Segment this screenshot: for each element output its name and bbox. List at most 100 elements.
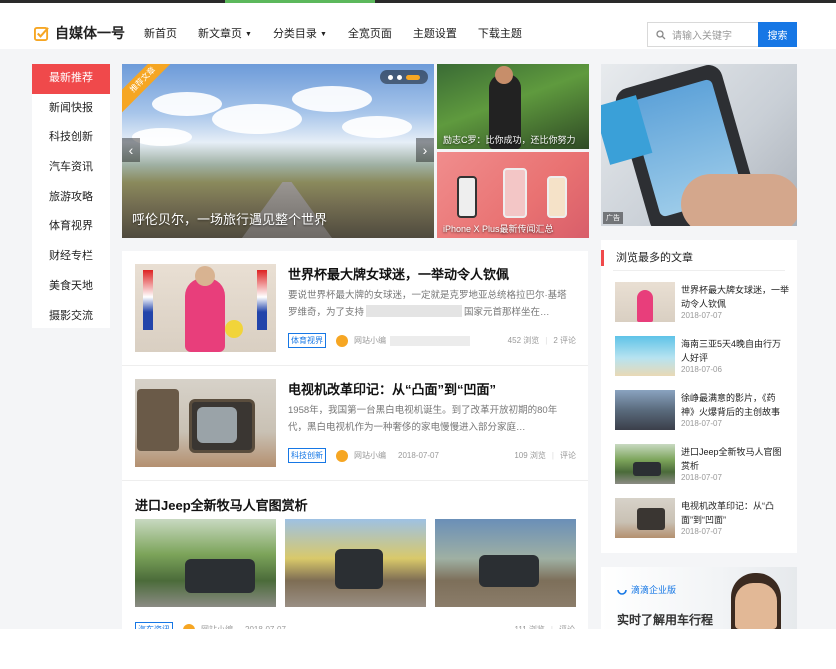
chevron-down-icon: ▼	[319, 31, 327, 38]
popular-thumbnail[interactable]	[615, 336, 675, 376]
article-meta: 体育视界 网站小编 452 浏览 | 2 评论	[288, 333, 576, 348]
slider-dots[interactable]	[380, 70, 428, 84]
page-bottom	[0, 629, 836, 669]
hero-slider[interactable]: 推荐文章 ‹ › 呼伦贝尔，一场旅行遇见整个世界	[122, 64, 434, 238]
person-shape	[637, 290, 653, 322]
popular-title[interactable]: 进口Jeep全新牧马人官图赏析	[681, 445, 789, 473]
nav-theme-settings[interactable]: 主题设置	[413, 25, 457, 41]
article-title[interactable]: 世界杯最大牌女球迷，一举动令人钦佩	[288, 264, 509, 283]
list-item[interactable]: 世界杯最大牌女球迷，一举动令人钦佩 2018-07-07	[615, 282, 789, 327]
cloud-shape	[152, 92, 222, 116]
nav-home-label: 新首页	[144, 28, 177, 40]
slider-dot[interactable]	[388, 74, 393, 80]
nav-fullwidth-label: 全宽页面	[347, 28, 392, 40]
author-avatar	[336, 334, 348, 347]
popular-title[interactable]: 徐峥最满意的影片，《药神》火爆背后的主创故事	[681, 391, 789, 419]
popular-date: 2018-07-07	[681, 311, 722, 320]
flag-shape	[257, 270, 267, 330]
list-item[interactable]: 徐峥最满意的影片，《药神》火爆背后的主创故事 2018-07-07	[615, 390, 787, 435]
gallery-image[interactable]	[135, 519, 276, 607]
popular-thumbnail[interactable]	[615, 498, 675, 538]
popular-heading: 浏览最多的文章	[601, 250, 797, 266]
person-head	[195, 266, 215, 286]
gallery-image[interactable]	[285, 519, 426, 607]
list-item[interactable]: 海南三亚5天4晚自由行万人好评 2018-07-06	[615, 336, 787, 381]
nav-article[interactable]: 新文章页 ▼	[198, 25, 252, 41]
sidebar-item-photo[interactable]: 摄影交流	[32, 302, 110, 332]
nav-theme-settings-label: 主题设置	[412, 28, 457, 40]
blurred-date	[390, 335, 470, 346]
popular-date: 2018-07-07	[681, 419, 722, 428]
gallery-title[interactable]: 进口Jeep全新牧马人官图赏析	[135, 495, 308, 514]
slider-prev-button[interactable]: ‹	[122, 138, 140, 162]
search-button[interactable]: 搜索	[758, 22, 797, 47]
comment-count[interactable]: 评论	[560, 450, 576, 461]
divider	[613, 270, 785, 271]
view-count: 109 浏览	[514, 451, 546, 460]
slider-next-button[interactable]: ›	[416, 138, 434, 162]
article-thumbnail[interactable]	[135, 264, 276, 352]
list-item[interactable]: 进口Jeep全新牧马人官图赏析 2018-07-07	[615, 444, 787, 489]
article-thumbnail[interactable]	[135, 379, 276, 467]
jeep-shape	[335, 549, 383, 589]
person-face	[735, 583, 777, 629]
sidebar-item-travel[interactable]: 旅游攻略	[32, 183, 110, 213]
tile-caption: 励志C罗：比你成功，还比你努力	[443, 135, 576, 145]
category-sidebar: 最新推荐 新闻快报 科技创新 汽车资讯 旅游攻略 体育视界 财经专栏 美食天地 …	[32, 64, 110, 328]
header: 自媒体一号 新首页 新文章页 ▼ 分类目录 ▼ 全宽页面 主题设置 下载主题 请输入…	[0, 3, 836, 49]
search-placeholder: 请输入关键字	[672, 31, 732, 42]
list-item[interactable]: 世界杯最大牌女球迷，一举动令人钦佩 要说世界杯最大牌的女球迷，一定就是克罗地亚总…	[122, 251, 588, 366]
view-count: 452 浏览	[507, 336, 540, 345]
gallery-image[interactable]	[435, 519, 576, 607]
site-logo[interactable]: 自媒体一号	[34, 23, 125, 43]
category-badge[interactable]: 体育视界	[288, 333, 326, 348]
tile-caption: iPhone X Plus最新传闻汇总	[443, 224, 554, 234]
popular-title[interactable]: 电视机改革印记：从“凸面”到“凹面”	[681, 499, 789, 527]
nav-home[interactable]: 新首页	[144, 25, 177, 41]
featured-tile-ronaldo[interactable]: 励志C罗：比你成功，还比你努力	[437, 64, 589, 149]
ad-label: 广告	[603, 212, 623, 224]
popular-title[interactable]: 世界杯最大牌女球迷，一举动令人钦佩	[681, 283, 789, 311]
cloud-shape	[212, 104, 302, 134]
popular-thumbnail[interactable]	[615, 444, 675, 484]
comment-count[interactable]: 2 评论	[553, 335, 576, 346]
featured-tile-iphone[interactable]: iPhone X Plus最新传闻汇总	[437, 152, 589, 238]
popular-title[interactable]: 海南三亚5天4晚自由行万人好评	[681, 337, 789, 365]
popular-thumbnail[interactable]	[615, 390, 675, 430]
popular-thumbnail[interactable]	[615, 282, 675, 322]
category-badge[interactable]: 科技创新	[288, 448, 326, 463]
sidebar-item-food[interactable]: 美食天地	[32, 272, 110, 302]
nav-article-label: 新文章页	[198, 28, 242, 40]
search-form: 请输入关键字 搜索	[647, 22, 797, 47]
cloud-shape	[292, 86, 372, 112]
banner-brand-text: 滴滴企业版	[631, 585, 677, 595]
list-item[interactable]: 电视机改革印记：从“凸面”到“凹面” 1958年，我国第一台黑白电视机诞生。到了…	[122, 366, 588, 481]
popular-date: 2018-07-07	[681, 527, 722, 536]
nav-download[interactable]: 下载主题	[478, 25, 522, 41]
site-name: 自媒体一号	[55, 25, 125, 41]
sidebar-item-tech[interactable]: 科技创新	[32, 123, 110, 153]
author-name[interactable]: 网站小编	[354, 335, 386, 346]
sidebar-item-news[interactable]: 新闻快报	[32, 94, 110, 124]
sidebar-item-auto[interactable]: 汽车资讯	[32, 153, 110, 183]
slide-title[interactable]: 呼伦贝尔，一场旅行遇见整个世界	[132, 209, 327, 228]
flag-shape	[143, 270, 153, 330]
article-list: 世界杯最大牌女球迷，一举动令人钦佩 要说世界杯最大牌的女球迷，一定就是克罗地亚总…	[122, 251, 588, 641]
nav-fullwidth[interactable]: 全宽页面	[348, 25, 392, 41]
list-item[interactable]: 电视机改革印记：从“凸面”到“凹面” 2018-07-07	[615, 498, 787, 543]
sidebar-item-latest[interactable]: 最新推荐	[32, 64, 110, 94]
article-title[interactable]: 电视机改革印记：从“凸面”到“凹面”	[288, 379, 496, 398]
cloud-shape	[342, 116, 412, 138]
ad-banner-top[interactable]: 广告	[601, 64, 797, 226]
slider-dot[interactable]	[397, 74, 402, 80]
search-input[interactable]: 请输入关键字	[647, 22, 758, 47]
divider: |	[545, 336, 548, 345]
jeep-shape	[479, 555, 539, 587]
author-name[interactable]: 网站小编	[354, 450, 386, 461]
ad-banner-didi[interactable]: 滴滴企业版 实时了解用车行程	[601, 567, 797, 629]
slider-dot-active[interactable]	[406, 74, 420, 80]
search-icon	[656, 29, 666, 39]
sidebar-item-finance[interactable]: 财经专栏	[32, 242, 110, 272]
sidebar-item-sports[interactable]: 体育视界	[32, 212, 110, 242]
nav-categories[interactable]: 分类目录 ▼	[273, 25, 327, 41]
